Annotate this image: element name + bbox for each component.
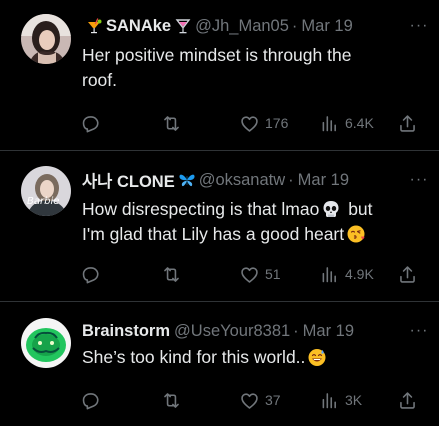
tweet-text-line: roof. <box>82 70 118 90</box>
like-button[interactable]: 37 <box>239 387 281 413</box>
tweet-2[interactable]: Barbie 사나 CLONE @oksanatw · Mar 19 ··· H… <box>0 151 439 301</box>
reply-button[interactable] <box>80 110 106 136</box>
more-options-icon[interactable]: ··· <box>407 15 431 37</box>
user-handle[interactable]: @Jh_Man05 <box>195 17 289 36</box>
display-name[interactable]: 사나 CLONE <box>82 169 175 191</box>
views-chart-icon <box>322 392 336 408</box>
tweet-header: Brainstorm @UseYour8381 · Mar 19 <box>82 320 431 342</box>
retweet-button[interactable] <box>161 387 187 413</box>
tropical-drink-icon <box>85 17 103 35</box>
views-count: 6.4K <box>345 115 374 131</box>
tweet-header: SANAke @Jh_Man05 · Mar 19 <box>82 15 431 37</box>
heart-icon <box>241 392 258 409</box>
avatar[interactable] <box>21 318 71 368</box>
tweet-text-segment: but <box>343 199 373 219</box>
more-options-icon[interactable]: ··· <box>407 320 431 342</box>
share-icon <box>400 265 415 283</box>
separator-dot: · <box>293 321 299 340</box>
grinning-sweat-icon <box>307 347 327 367</box>
tweet-actions: 37 3K <box>80 387 419 413</box>
like-count: 176 <box>265 115 289 131</box>
tweet-text: Her positive mindset is through the roof… <box>82 43 419 93</box>
avatar[interactable]: Barbie <box>21 166 71 216</box>
svg-text:Barbie: Barbie <box>27 196 59 207</box>
tweet-text: She’s too kind for this world.. <box>82 345 419 370</box>
reply-button[interactable] <box>80 261 106 287</box>
face-blowing-kiss-icon <box>346 224 366 244</box>
display-name[interactable]: SANAke <box>106 17 171 36</box>
cocktail-glass-icon <box>174 17 192 35</box>
views-button[interactable]: 3K <box>319 387 362 413</box>
retweet-icon <box>164 115 179 131</box>
views-chart-icon <box>322 115 336 131</box>
tweet-actions: 51 4.9K <box>80 261 419 287</box>
retweet-button[interactable] <box>161 110 187 136</box>
user-handle[interactable]: @UseYour8381 <box>174 322 290 341</box>
separator-dot: · <box>291 16 298 35</box>
views-count: 4.9K <box>345 266 374 282</box>
post-date[interactable]: Mar 19 <box>301 17 352 36</box>
user-handle[interactable]: @oksanatw <box>199 171 285 190</box>
views-button[interactable]: 4.9K <box>319 261 374 287</box>
tweet-text-line: Her positive mindset is through the <box>82 45 352 65</box>
blue-butterfly-icon <box>178 171 196 189</box>
share-button[interactable] <box>397 261 423 287</box>
share-icon <box>400 114 415 132</box>
more-options-icon[interactable]: ··· <box>407 169 431 191</box>
views-button[interactable]: 6.4K <box>319 110 374 136</box>
tweet-text: How disrespecting is that lmao but I'm g… <box>82 197 419 247</box>
heart-icon <box>241 266 258 283</box>
tweet-1[interactable]: SANAke @Jh_Man05 · Mar 19 ··· Her positi… <box>0 0 439 150</box>
separator-dot: · <box>288 170 294 189</box>
tweet-text-line: I'm glad that Lily has a good heart <box>82 224 345 244</box>
views-chart-icon <box>322 266 336 282</box>
like-count: 51 <box>265 266 281 282</box>
share-button[interactable] <box>397 110 423 136</box>
display-name[interactable]: Brainstorm <box>82 322 170 341</box>
tweet-text-segment: How disrespecting is that lmao <box>82 199 320 219</box>
post-date[interactable]: Mar 19 <box>303 322 354 341</box>
avatar[interactable] <box>21 14 71 64</box>
views-count: 3K <box>345 392 363 408</box>
skull-icon <box>321 199 341 219</box>
tweet-header: 사나 CLONE @oksanatw · Mar 19 <box>82 169 431 192</box>
retweet-icon <box>164 266 179 282</box>
share-icon <box>400 391 415 409</box>
like-button[interactable]: 51 <box>239 261 281 287</box>
reply-feed: SANAke @Jh_Man05 · Mar 19 ··· Her positi… <box>0 0 439 426</box>
retweet-button[interactable] <box>161 261 187 287</box>
like-count: 37 <box>265 392 281 408</box>
heart-icon <box>241 115 258 132</box>
tweet-actions: 176 6.4K <box>80 110 419 136</box>
reply-icon <box>82 115 99 132</box>
tweet-text-line: She’s too kind for this world.. <box>82 347 306 367</box>
share-button[interactable] <box>397 387 423 413</box>
post-date[interactable]: Mar 19 <box>298 171 349 190</box>
like-button[interactable]: 176 <box>239 110 288 136</box>
reply-icon <box>82 392 99 409</box>
tweet-3[interactable]: Brainstorm @UseYour8381 · Mar 19 ··· She… <box>0 302 439 426</box>
retweet-icon <box>164 392 179 408</box>
reply-button[interactable] <box>80 387 106 413</box>
reply-icon <box>82 266 99 283</box>
